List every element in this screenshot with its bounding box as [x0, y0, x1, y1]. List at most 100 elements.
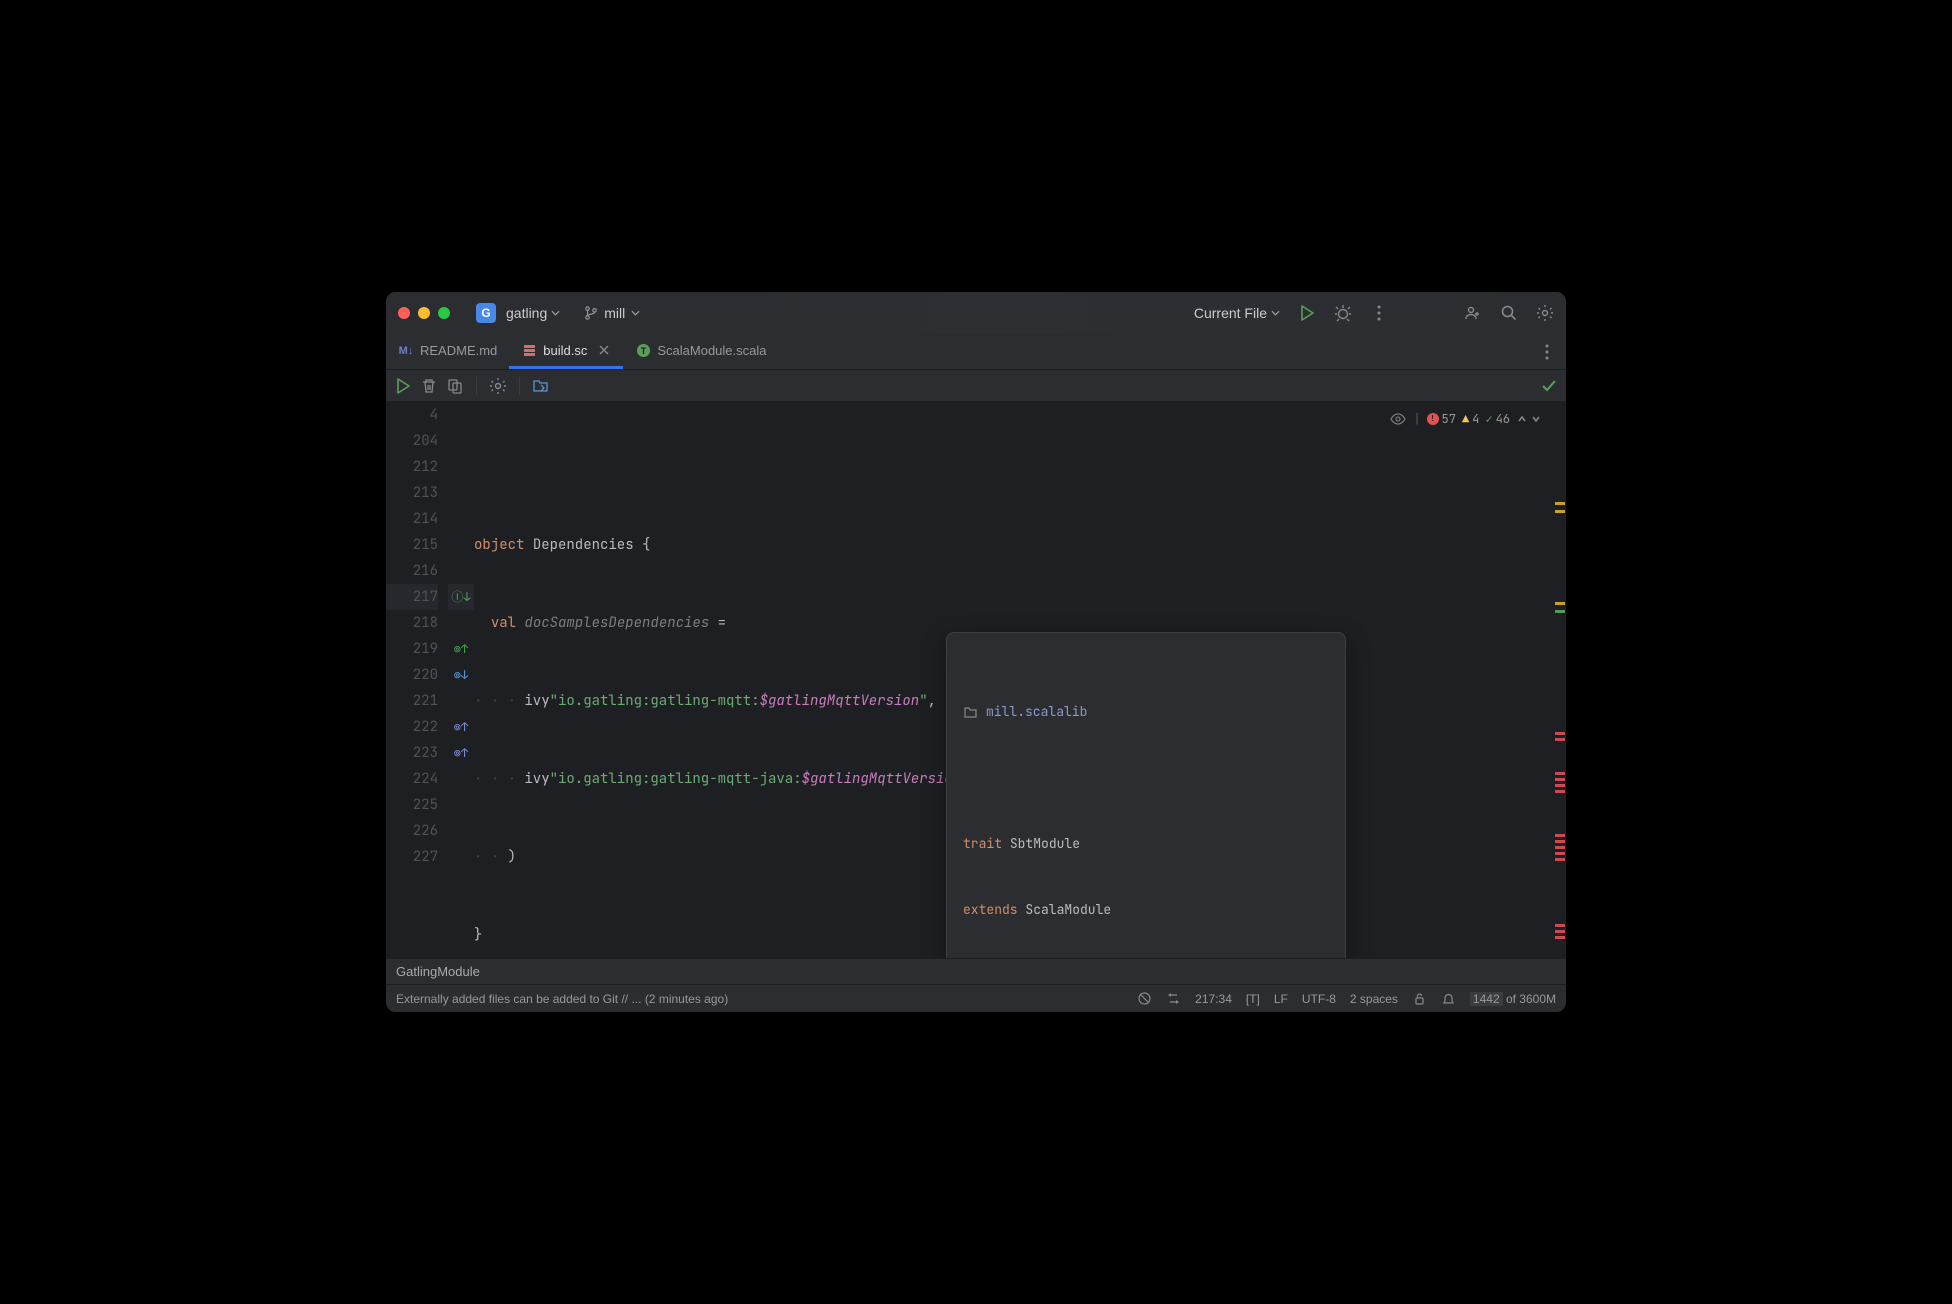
- presentation-off-icon[interactable]: [1137, 991, 1152, 1006]
- line-number: 216: [386, 558, 438, 584]
- override-marker-icon[interactable]: ⊚↑: [454, 719, 468, 735]
- prev-problem-icon[interactable]: [1516, 413, 1528, 425]
- stripe-error-mark[interactable]: [1555, 840, 1565, 843]
- titlebar: G gatling mill Current File: [386, 292, 1566, 334]
- stripe-error-mark[interactable]: [1555, 936, 1565, 939]
- more-tabs-icon: [1538, 343, 1556, 361]
- stripe-error-mark[interactable]: [1555, 852, 1565, 855]
- stripe-error-mark[interactable]: [1555, 924, 1565, 927]
- tab-readme[interactable]: M↓ README.md: [386, 334, 509, 369]
- tabs-menu[interactable]: [1528, 334, 1566, 369]
- line-number: 226: [386, 818, 438, 844]
- stripe-error-mark[interactable]: [1555, 772, 1565, 775]
- scala-file-icon: [521, 342, 537, 358]
- line-number: 220: [386, 662, 438, 688]
- caret-position[interactable]: 217:34: [1195, 992, 1232, 1006]
- maximize-window-button[interactable]: [438, 307, 450, 319]
- line-ending[interactable]: LF: [1274, 992, 1288, 1006]
- stripe-warning-mark[interactable]: [1555, 602, 1565, 605]
- ide-window: G gatling mill Current File M↓: [386, 292, 1566, 1012]
- editor-tabs: M↓ README.md build.sc T ScalaModule.scal…: [386, 334, 1566, 370]
- chevron-down-icon: [551, 310, 560, 316]
- popup-signature: trait SbtModule extends ScalaModule with…: [963, 789, 1329, 958]
- notifications-icon[interactable]: [1441, 991, 1456, 1006]
- stripe-warning-mark[interactable]: [1555, 510, 1565, 513]
- line-number: 221: [386, 688, 438, 714]
- no-problems-icon[interactable]: [1540, 377, 1558, 395]
- toolbar-settings-icon[interactable]: [489, 377, 507, 395]
- sync-icon[interactable]: [1166, 991, 1181, 1006]
- warnings-count[interactable]: ▲4: [1462, 406, 1479, 432]
- line-number: 215: [386, 532, 438, 558]
- file-encoding[interactable]: UTF-8: [1302, 992, 1336, 1006]
- code-content[interactable]: | !57 ▲4 ✓46 object Dependencies { val d…: [474, 402, 1566, 958]
- indent-setting[interactable]: 2 spaces: [1350, 992, 1398, 1006]
- line-number: 225: [386, 792, 438, 818]
- tab-label: README.md: [420, 343, 497, 358]
- line-number: 212: [386, 454, 438, 480]
- quick-doc-popup: mill.scalalib trait SbtModule extends Sc…: [946, 632, 1346, 958]
- delete-icon[interactable]: [420, 377, 438, 395]
- stripe-error-mark[interactable]: [1555, 778, 1565, 781]
- next-problem-icon[interactable]: [1530, 413, 1542, 425]
- toolbar-separator: [476, 377, 477, 395]
- code-with-me-icon[interactable]: [1464, 304, 1482, 322]
- override-marker-icon[interactable]: ⊚↑: [454, 745, 468, 761]
- error-icon: !: [1427, 413, 1439, 425]
- tab-label: ScalaModule.scala: [657, 343, 766, 358]
- warning-icon: ▲: [1462, 406, 1469, 432]
- more-actions-icon[interactable]: [1370, 304, 1388, 322]
- toolbar-separator: [519, 377, 520, 395]
- stripe-error-mark[interactable]: [1555, 738, 1565, 741]
- popup-package-name[interactable]: mill.scalalib: [986, 699, 1087, 725]
- lock-icon[interactable]: [1412, 991, 1427, 1006]
- duplicate-icon[interactable]: [446, 377, 464, 395]
- line-number: 204: [386, 428, 438, 454]
- stripe-warning-mark[interactable]: [1555, 502, 1565, 505]
- stripe-error-mark[interactable]: [1555, 930, 1565, 933]
- stripe-error-mark[interactable]: [1555, 790, 1565, 793]
- package-icon: [963, 705, 978, 720]
- run-config-selector[interactable]: Current File: [1194, 305, 1280, 321]
- settings-icon[interactable]: [1536, 304, 1554, 322]
- debug-icon[interactable]: [1334, 304, 1352, 322]
- chevron-down-icon: [631, 310, 640, 316]
- status-message[interactable]: Externally added files can be added to G…: [396, 992, 728, 1006]
- stripe-error-mark[interactable]: [1555, 784, 1565, 787]
- git-branch-selector[interactable]: mill: [584, 305, 640, 321]
- close-window-button[interactable]: [398, 307, 410, 319]
- indent-indicator[interactable]: [T]: [1246, 992, 1260, 1006]
- weak-warnings-count[interactable]: ✓46: [1485, 406, 1510, 432]
- stripe-ok-mark[interactable]: [1555, 610, 1565, 613]
- line-number: 223: [386, 740, 438, 766]
- sync-folder-icon[interactable]: [532, 377, 550, 395]
- branch-icon: [584, 306, 598, 320]
- branch-name: mill: [604, 305, 625, 321]
- breadcrumb-item[interactable]: GatlingModule: [396, 964, 480, 979]
- search-icon[interactable]: [1500, 304, 1518, 322]
- stripe-error-mark[interactable]: [1555, 834, 1565, 837]
- stripe-error-mark[interactable]: [1555, 846, 1565, 849]
- errors-count[interactable]: !57: [1427, 406, 1456, 432]
- gutter-marks: Ⓘ↓ ⊚↑ ⊚↓ ⊚↑ ⊚↑: [448, 402, 474, 958]
- error-stripe[interactable]: [1552, 402, 1566, 958]
- minimize-window-button[interactable]: [418, 307, 430, 319]
- override-up-marker-icon[interactable]: ⊚↑: [454, 641, 468, 657]
- traffic-lights: [398, 307, 450, 319]
- tab-scalamodule[interactable]: T ScalaModule.scala: [623, 334, 778, 369]
- line-number: 222: [386, 714, 438, 740]
- reader-mode-icon[interactable]: [1389, 410, 1407, 428]
- run-icon[interactable]: [1298, 304, 1316, 322]
- implement-marker-icon[interactable]: Ⓘ↓: [451, 589, 470, 605]
- project-selector[interactable]: gatling: [506, 305, 560, 321]
- tab-build-sc[interactable]: build.sc: [509, 334, 623, 369]
- stripe-error-mark[interactable]: [1555, 858, 1565, 861]
- run-file-icon[interactable]: [394, 377, 412, 395]
- memory-indicator[interactable]: 1442 of 3600M: [1470, 992, 1556, 1006]
- override-down-marker-icon[interactable]: ⊚↓: [454, 667, 468, 683]
- inspection-summary[interactable]: | !57 ▲4 ✓46: [1389, 406, 1542, 432]
- close-tab-icon[interactable]: [597, 343, 611, 357]
- stripe-error-mark[interactable]: [1555, 732, 1565, 735]
- svg-text:T: T: [641, 346, 647, 356]
- breadcrumb-bar[interactable]: GatlingModule: [386, 958, 1566, 984]
